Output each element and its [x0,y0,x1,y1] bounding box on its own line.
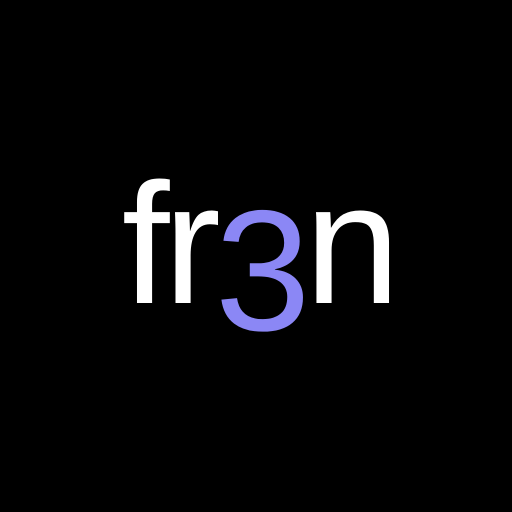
logo-text-accent: 3 [215,175,305,367]
logo-canvas: fr3n [0,0,512,512]
fr3n-logo: fr3n [0,0,512,512]
logo-text-prefix: fr [122,148,219,340]
logo-wordmark: fr3n [122,148,394,367]
logo-text-suffix: n [305,148,395,340]
